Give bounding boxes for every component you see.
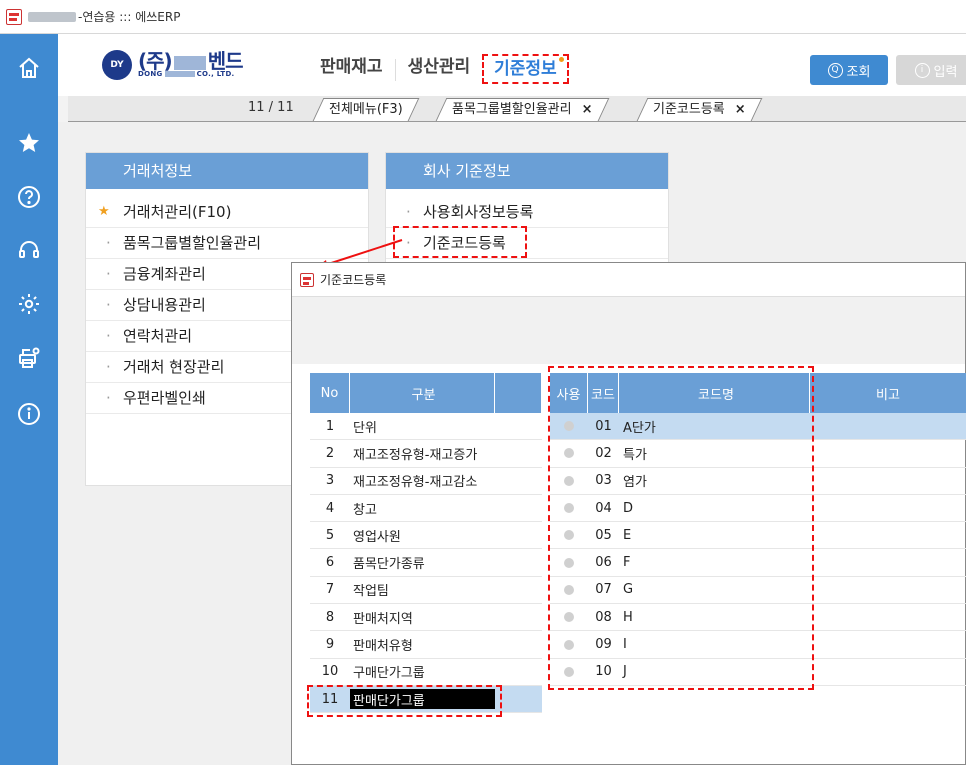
cell-no: 1	[325, 418, 335, 434]
notification-dot	[558, 57, 564, 62]
cell-no: 3	[325, 473, 335, 489]
table-row[interactable]: 2 재고조정유형-재고증가	[310, 440, 542, 468]
cell-category: 창고	[353, 502, 377, 518]
app-logo-icon	[6, 8, 22, 25]
topnav-master-data-label: 기준정보	[494, 59, 557, 79]
top-navigation: 판매재고 생산관리 기준정보	[320, 54, 589, 84]
topnav-production[interactable]: 생산관리	[408, 54, 471, 84]
cell-category: 구매단가그룹	[353, 666, 425, 682]
card-title: 거래처정보	[86, 153, 368, 189]
app-header: DY (주) 벤드 DONG CO., LTD. 판매재고 생산관리 기준정보 Q …	[58, 34, 966, 96]
close-icon[interactable]: ×	[735, 102, 746, 117]
cell-remark	[810, 440, 966, 466]
input-info-icon: i	[914, 62, 930, 78]
cell-no: 8	[325, 609, 335, 625]
cell-no: 6	[325, 555, 335, 571]
topnav-master-data[interactable]: 기준정보	[482, 54, 569, 84]
input-button[interactable]: i 입력	[896, 55, 966, 85]
favorite-star-icon[interactable]	[17, 131, 41, 155]
company-logo: DY (주) 벤드 DONG CO., LTD.	[102, 50, 243, 80]
grid-header: No 구분	[310, 373, 542, 413]
printer-settings-icon[interactable]	[17, 346, 41, 370]
cell-remark	[810, 413, 966, 439]
title-redacted	[28, 11, 76, 22]
table-row[interactable]: 4 창고	[310, 495, 542, 523]
cell-remark	[810, 468, 966, 494]
highlight-standard-code-menu	[393, 226, 527, 258]
tab-count: 11 / 11	[248, 100, 294, 115]
cell-category: 품목단가종류	[353, 557, 425, 573]
cell-no: 10	[321, 664, 339, 680]
cell-remark	[810, 631, 966, 657]
cell-remark	[810, 604, 966, 630]
brand-mark-icon: DY	[102, 50, 132, 80]
menu-partner-management[interactable]: 거래처관리(F10)	[86, 197, 368, 228]
cell-category: 재고조정유형-재고감소	[353, 475, 478, 491]
inner-window-title: 기준코드등록	[320, 273, 387, 287]
cell-remark	[810, 577, 966, 603]
title-bar: -연습용 ::: 에쓰ERP	[0, 0, 966, 34]
help-icon[interactable]	[17, 185, 41, 209]
cell-no: 2	[325, 445, 335, 461]
col-remark: 비고	[810, 373, 966, 413]
cell-no: 5	[325, 527, 335, 543]
cell-category: 판매처유형	[353, 639, 413, 655]
table-row[interactable]: 9 판매처유형	[310, 631, 542, 659]
menu-discount-rate[interactable]: 품목그룹별할인율관리	[86, 228, 368, 259]
topnav-sales-inventory[interactable]: 판매재고	[320, 54, 383, 84]
col-category: 구분	[350, 373, 495, 413]
cell-no: 9	[325, 637, 335, 653]
brand-sub-left: DONG	[138, 70, 163, 78]
cell-category: 재고조정유형-재고증가	[353, 447, 478, 463]
close-icon[interactable]: ×	[582, 102, 593, 117]
cell-no: 4	[325, 500, 335, 516]
cell-remark	[810, 522, 966, 548]
headset-support-icon[interactable]	[17, 238, 41, 262]
cell-category: 작업팀	[353, 584, 389, 600]
tab-discount-rate[interactable]: 품목그룹별할인율관리 ×	[435, 98, 609, 121]
table-row[interactable]: 6 품목단가종류	[310, 549, 542, 577]
cell-no: 7	[325, 582, 335, 598]
home-icon[interactable]	[17, 56, 41, 80]
tab-strip: 11 / 11 전체메뉴(F3) 품목그룹별할인율관리 × 기준코드등록 ×	[68, 96, 966, 122]
table-row[interactable]: 5 영업사원	[310, 522, 542, 550]
tab-standard-code[interactable]: 기준코드등록 ×	[636, 98, 763, 121]
inner-window-titlebar: 기준코드등록	[292, 263, 965, 297]
menu-company-info[interactable]: 사용회사정보등록	[386, 197, 668, 228]
cell-category: 영업사원	[353, 529, 401, 545]
tab-all-menu[interactable]: 전체메뉴(F3)	[312, 98, 420, 121]
query-button[interactable]: Q 조회	[810, 55, 888, 85]
table-row[interactable]: 8 판매처지역	[310, 604, 542, 632]
col-no: No	[310, 373, 350, 413]
brand-sub-right: CO., LTD.	[196, 70, 235, 78]
highlight-selected-category	[307, 685, 502, 717]
search-panel	[292, 297, 965, 365]
category-grid: No 구분 1 단위 2 재고조정유형-재고증가 3 재고조정유형-재고감소 4 창고 5 영업사…	[310, 373, 542, 714]
info-icon[interactable]	[17, 402, 41, 426]
search-icon: Q	[827, 62, 843, 78]
settings-gear-icon[interactable]	[17, 292, 41, 316]
window-app-icon	[300, 272, 314, 287]
cell-remark	[810, 659, 966, 685]
table-row[interactable]: 7 작업팀	[310, 577, 542, 605]
card-title: 회사 기준정보	[386, 153, 668, 189]
table-row[interactable]: 1 단위	[310, 413, 542, 441]
cell-remark	[810, 495, 966, 521]
left-sidebar	[0, 34, 58, 765]
window-title: -연습용 ::: 에쓰ERP	[78, 10, 181, 24]
table-row[interactable]: 3 재고조정유형-재고감소	[310, 468, 542, 495]
cell-category: 단위	[353, 420, 377, 436]
cell-remark	[810, 549, 966, 575]
table-row[interactable]: 10 구매단가그룹	[310, 659, 542, 686]
brand-redacted	[173, 55, 206, 70]
highlight-code-list	[548, 366, 814, 690]
cell-category: 판매처지역	[353, 611, 413, 627]
